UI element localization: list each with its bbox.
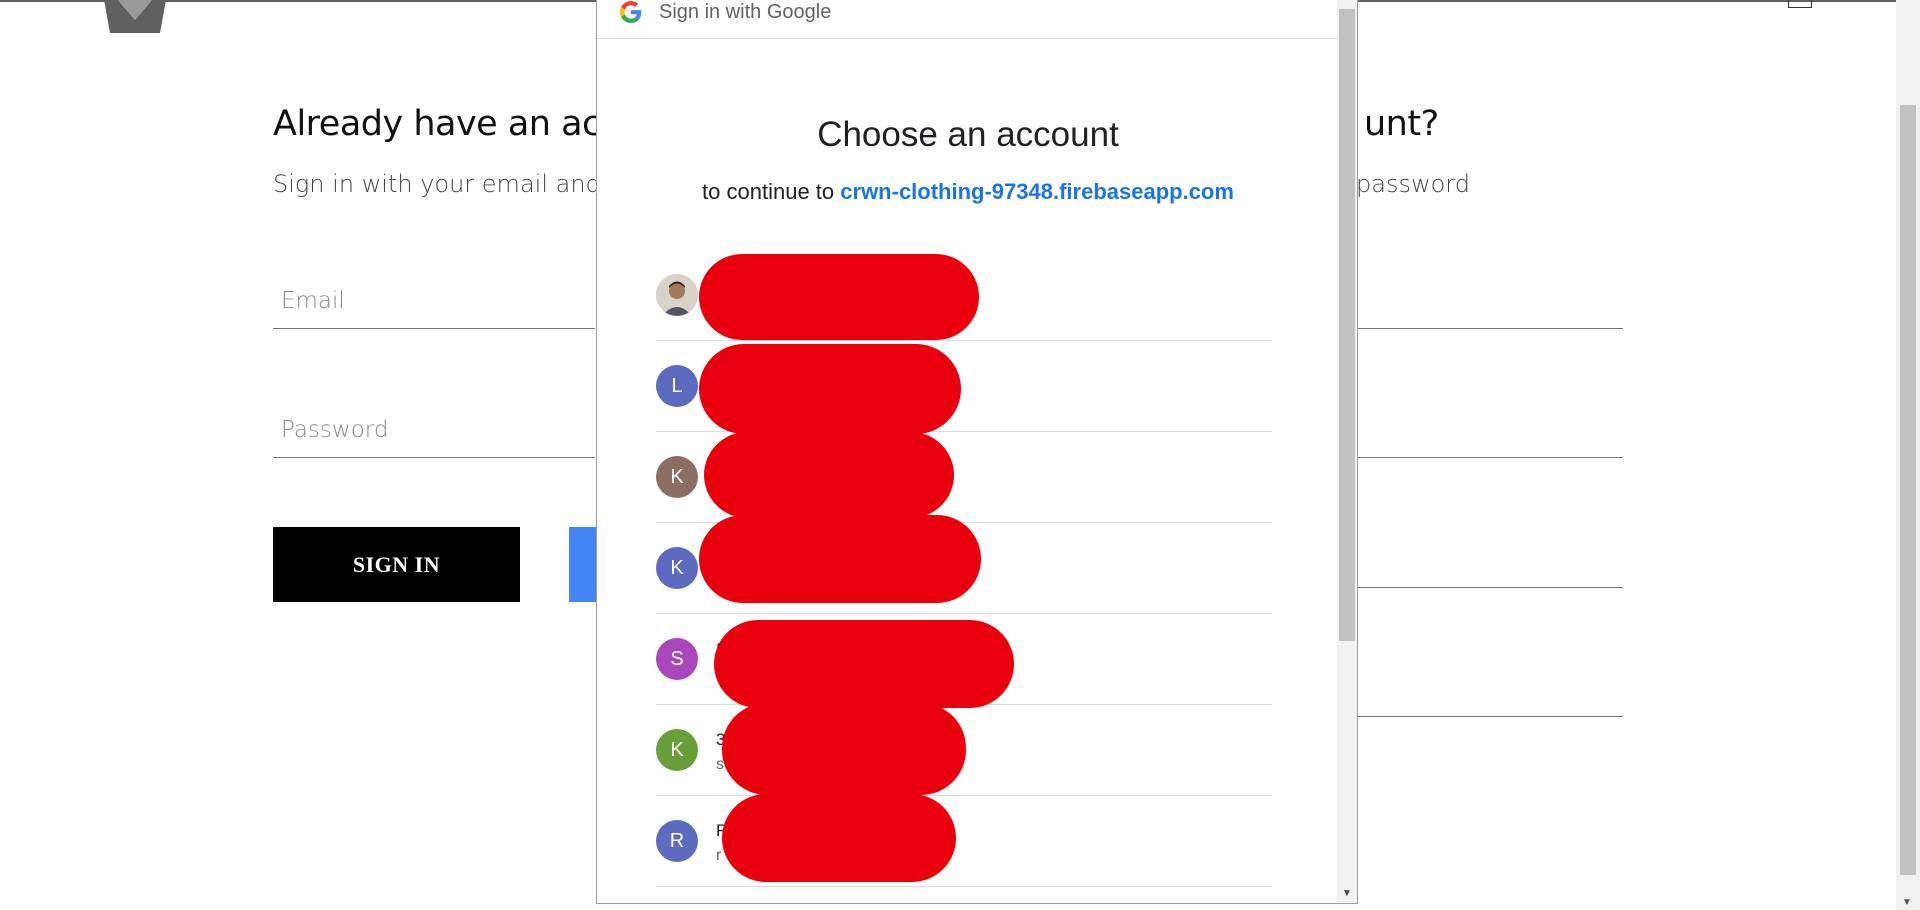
google-signin-popup: Sign in with Google Choose an account to…: [596, 0, 1358, 904]
redaction-scribble: [699, 254, 979, 340]
account-email: r: [716, 847, 722, 864]
page-scrollbar[interactable]: ▼: [1896, 0, 1920, 910]
signup-field-4[interactable]: [1358, 657, 1623, 717]
choose-account-heading: Choose an account: [817, 115, 1119, 154]
signin-heading: Already have an acco: [273, 104, 641, 144]
sign-in-button[interactable]: SIGN IN: [273, 527, 520, 602]
account-item[interactable]: K 3 s: [656, 703, 1272, 796]
popup-scrollbar[interactable]: ▼: [1337, 0, 1357, 903]
account-item[interactable]: K: [656, 432, 1272, 523]
crown-logo-icon[interactable]: [104, 0, 166, 33]
popup-title: Sign in with Google: [659, 1, 832, 23]
account-avatar: K: [656, 729, 698, 771]
continue-to-text: to continue to crwn-clothing-97348.fireb…: [597, 179, 1339, 205]
redaction-scribble: [714, 620, 1014, 708]
page-scrollbar-thumb[interactable]: [1900, 105, 1916, 875]
shopping-bag-icon[interactable]: [1788, 0, 1812, 8]
user-photo-avatar: [656, 274, 698, 316]
redaction-scribble: [699, 344, 961, 434]
email-placeholder: Email: [281, 288, 345, 314]
account-item[interactable]: R R r: [656, 794, 1272, 887]
account-item[interactable]: K: [656, 515, 1272, 614]
account-list: L K K S S s K 3 s R: [656, 250, 1272, 887]
account-avatar: K: [656, 547, 698, 589]
scroll-down-arrow-icon[interactable]: ▼: [1902, 897, 1912, 908]
account-avatar: S: [656, 638, 698, 680]
account-avatar: L: [656, 365, 698, 407]
signup-field-1[interactable]: [1358, 269, 1623, 329]
account-avatar: K: [656, 456, 698, 498]
email-field[interactable]: Email: [273, 269, 595, 329]
redaction-scribble: [722, 703, 966, 795]
signin-subtitle: Sign in with your email and pa: [273, 170, 639, 198]
redaction-scribble: [704, 432, 954, 518]
signup-heading: unt?: [1364, 104, 1439, 144]
password-field[interactable]: Password: [273, 398, 595, 458]
app-domain-link[interactable]: crwn-clothing-97348.firebaseapp.com: [840, 179, 1234, 204]
redaction-scribble: [722, 794, 956, 882]
popup-scroll-down-arrow-icon[interactable]: ▼: [1342, 888, 1352, 899]
person-photo-icon: [656, 274, 698, 316]
popup-header: Sign in with Google: [597, 0, 1339, 39]
account-item[interactable]: [656, 250, 1272, 341]
google-sign-in-button[interactable]: [569, 527, 597, 602]
signup-subtitle: password: [1356, 170, 1470, 198]
password-placeholder: Password: [281, 417, 389, 443]
signup-field-3[interactable]: [1358, 528, 1623, 588]
continue-prefix: to continue to: [702, 179, 841, 204]
account-item[interactable]: S S s: [656, 614, 1272, 708]
signup-field-2[interactable]: [1358, 398, 1623, 458]
account-item[interactable]: L: [656, 341, 1272, 434]
popup-scrollbar-thumb[interactable]: [1339, 9, 1355, 641]
google-g-icon: [620, 1, 642, 23]
account-avatar: R: [656, 820, 698, 862]
redaction-scribble: [699, 515, 981, 603]
